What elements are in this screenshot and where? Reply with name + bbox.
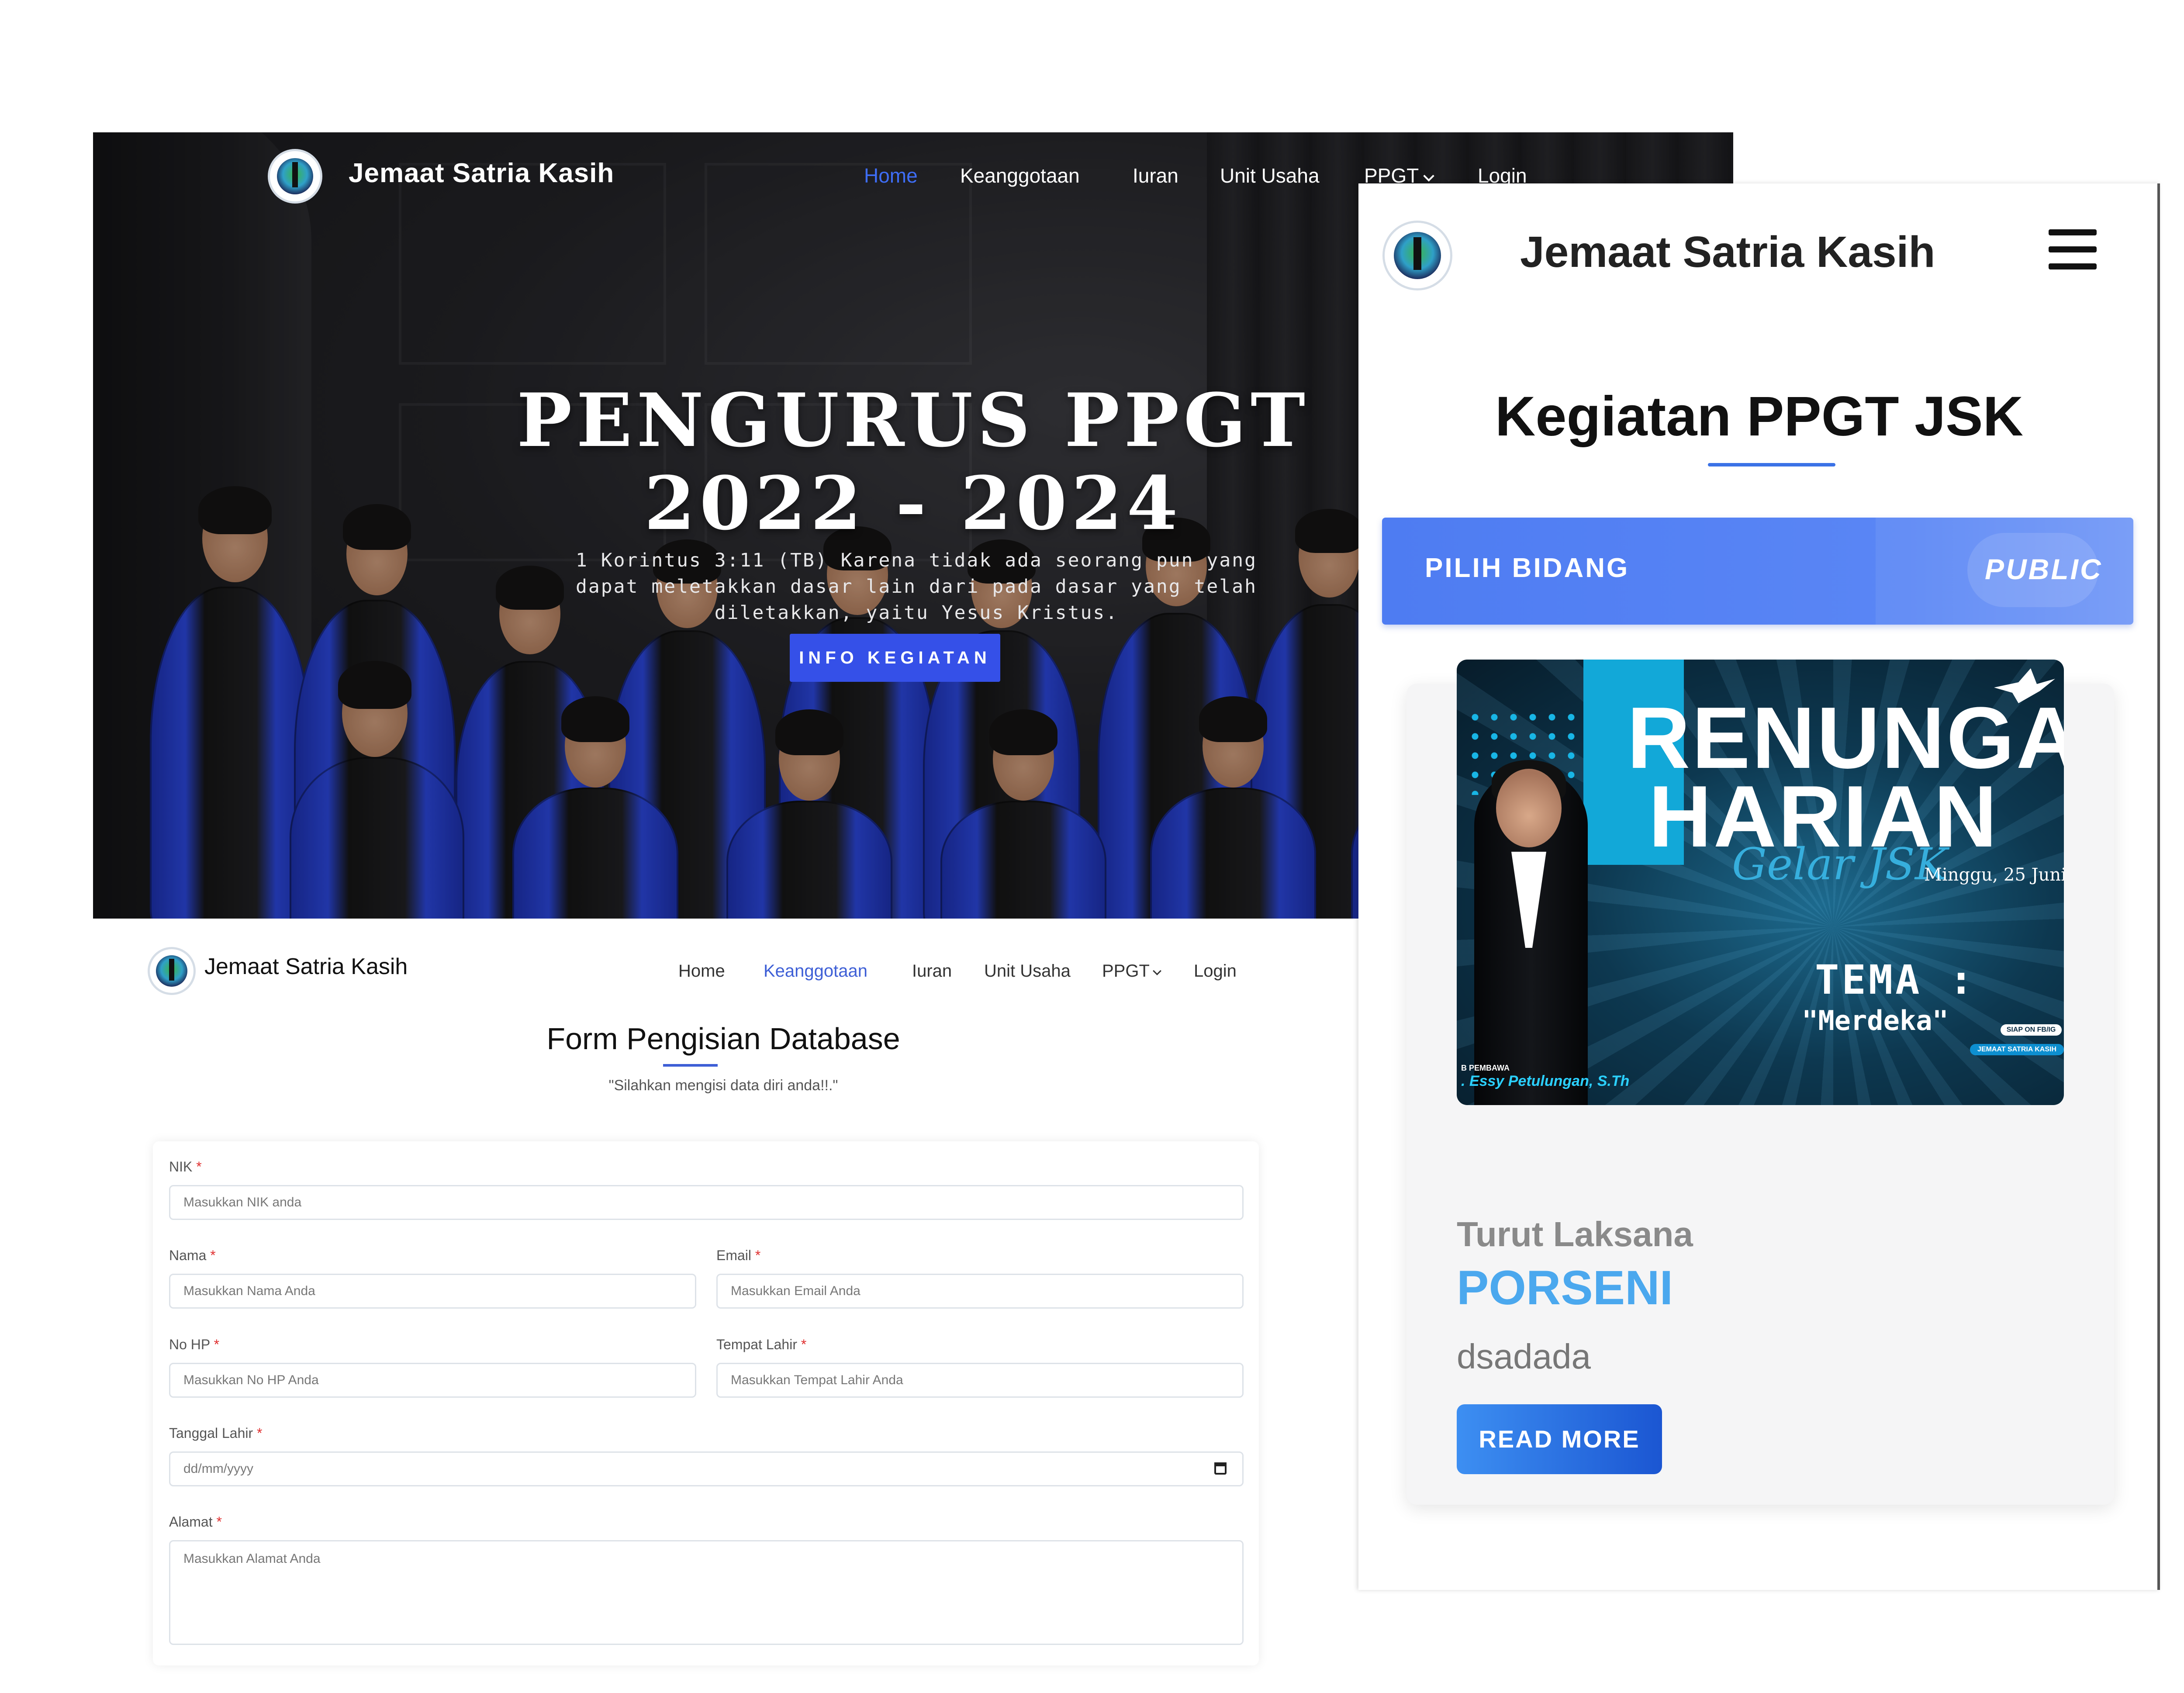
banner-tema-label: TEMA : [1815, 957, 1976, 1003]
nav-login[interactable]: Login [1194, 961, 1237, 981]
nik-label: NIK * [169, 1159, 202, 1175]
nav-keanggotaan[interactable]: Keanggotaan [764, 961, 867, 981]
required-mark: * [214, 1337, 220, 1352]
email-input[interactable]: Masukkan Email Anda [716, 1274, 1244, 1309]
banner-tema-value: "Merdeka" [1802, 1005, 1949, 1037]
nik-label-text: NIK [169, 1159, 193, 1175]
required-mark: * [196, 1159, 202, 1175]
date-placeholder: dd/mm/yyyy [183, 1462, 254, 1476]
nama-label-text: Nama [169, 1247, 207, 1263]
activity-banner-image[interactable]: RENUNGAN HARIAN Gelar JSK Minggu, 25 Jun… [1457, 660, 2064, 1105]
banner-speaker-name: . Essy Petulungan, S.Th [1461, 1073, 1630, 1089]
banner-tag-social: SIAP ON FB/IG [2001, 1024, 2062, 1036]
hero-verse: 1 Korintus 3:11 (TB) Karena tidak ada se… [576, 549, 1257, 624]
tanggal-lahir-label: Tanggal Lahir * [169, 1425, 262, 1441]
title-underline [1708, 463, 1835, 466]
church-logo-icon[interactable] [148, 947, 196, 995]
tempat-lahir-label-text: Tempat Lahir [716, 1337, 797, 1352]
nav-ppgt-label: PPGT [1102, 961, 1150, 981]
chevron-down-icon [1423, 170, 1434, 182]
chevron-down-icon [1153, 967, 1161, 975]
banner-speaker: B PEMBAWA . Essy Petulungan, S.Th [1461, 1064, 1629, 1090]
alamat-label-text: Alamat [169, 1514, 213, 1530]
nohp-label: No HP * [169, 1337, 219, 1353]
bidang-filter-value: PUBLIC [1985, 553, 2103, 585]
form-card: NIK * Masukkan NIK anda Nama * Masukkan … [153, 1141, 1259, 1665]
tempat-lahir-input[interactable]: Masukkan Tempat Lahir Anda [716, 1363, 1244, 1398]
nav-iuran[interactable]: Iuran [1133, 164, 1178, 187]
title-underline [663, 1064, 718, 1067]
nav-unit-usaha[interactable]: Unit Usaha [1220, 164, 1320, 187]
card-description: dsadada [1457, 1337, 1591, 1376]
mobile-page: Jemaat Satria Kasih Kegiatan PPGT JSK PI… [1358, 183, 2160, 1590]
required-mark: * [257, 1425, 263, 1441]
form-page: Jemaat Satria Kasih Home Keanggotaan Iur… [93, 919, 1360, 1665]
info-kegiatan-button[interactable]: INFO KEGIATAN [790, 634, 1000, 682]
nav-ppgt[interactable]: PPGT [1102, 961, 1161, 981]
alamat-label: Alamat * [169, 1514, 222, 1530]
brand-name[interactable]: Jemaat Satria Kasih [204, 954, 408, 980]
brand-name[interactable]: Jemaat Satria Kasih [1520, 227, 1935, 277]
calendar-icon[interactable] [1214, 1462, 1227, 1475]
tanggal-lahir-label-text: Tanggal Lahir [169, 1425, 253, 1441]
email-label-text: Email [716, 1247, 752, 1263]
hamburger-menu-icon[interactable] [2049, 227, 2097, 271]
required-mark: * [210, 1247, 216, 1263]
form-title: Form Pengisian Database [546, 1022, 900, 1056]
email-label: Email * [716, 1247, 760, 1264]
alamat-textarea[interactable]: Masukkan Alamat Anda [169, 1540, 1244, 1645]
nav-keanggotaan[interactable]: Keanggotaan [960, 164, 1080, 187]
nav-iuran[interactable]: Iuran [912, 961, 952, 981]
required-mark: * [755, 1247, 761, 1263]
banner-speaker-prefix: B PEMBAWA [1461, 1064, 1510, 1072]
nama-input[interactable]: Masukkan Nama Anda [169, 1274, 696, 1309]
required-mark: * [801, 1337, 807, 1352]
brand-name[interactable]: Jemaat Satria Kasih [349, 158, 614, 189]
nohp-input[interactable]: Masukkan No HP Anda [169, 1363, 696, 1398]
nik-input[interactable]: Masukkan NIK anda [169, 1185, 1244, 1220]
church-logo-icon[interactable] [268, 149, 322, 204]
required-mark: * [216, 1514, 222, 1530]
nama-label: Nama * [169, 1247, 216, 1264]
nav-unit-usaha[interactable]: Unit Usaha [984, 961, 1071, 981]
form-subtitle: "Silahkan mengisi data diri anda!!." [608, 1077, 838, 1094]
read-more-button[interactable]: READ MORE [1457, 1404, 1662, 1474]
tanggal-lahir-input[interactable]: dd/mm/yyyy [169, 1451, 1244, 1486]
nohp-label-text: No HP [169, 1337, 210, 1352]
nav-home[interactable]: Home [864, 164, 918, 187]
banner-script: Gelar JSK [1732, 839, 1948, 890]
card-subtitle: Turut Laksana [1457, 1215, 1693, 1254]
bidang-filter[interactable]: PILIH BIDANG PUBLIC [1382, 518, 2133, 625]
page-title: Kegiatan PPGT JSK [1495, 385, 2024, 448]
tempat-lahir-label: Tempat Lahir * [716, 1337, 806, 1353]
banner-date: Minggu, 25 Juni 2 [1924, 865, 2064, 885]
church-logo-icon[interactable] [1382, 221, 1452, 290]
banner-title: RENUNGAN HARIAN [1627, 689, 2064, 865]
banner-tag-church: JEMAAT SATRIA KASIH [1970, 1044, 2064, 1055]
card-title: PORSENI [1457, 1261, 1673, 1315]
bidang-filter-label: PILIH BIDANG [1425, 553, 1630, 583]
nav-home[interactable]: Home [678, 961, 725, 981]
